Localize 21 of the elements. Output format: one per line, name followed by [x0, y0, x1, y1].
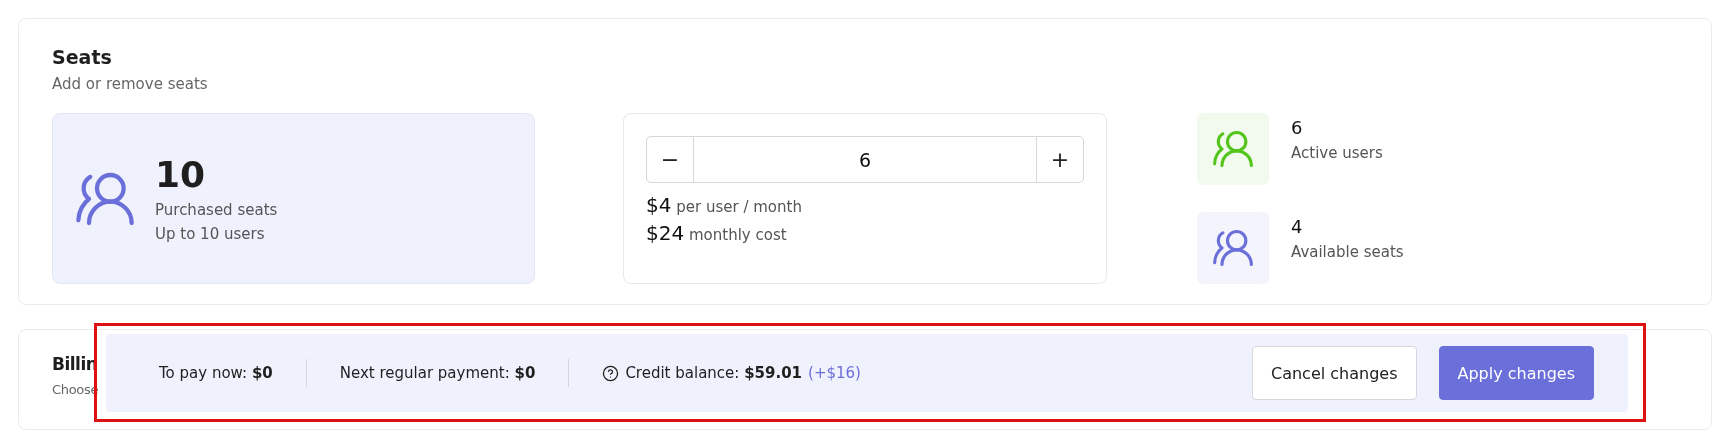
price-line: $4 per user / month [646, 193, 803, 217]
purchased-count: 10 [155, 154, 207, 195]
seat-count-field[interactable]: 6 [694, 136, 1036, 183]
payment-summary-text: Credit balance: $59.01 [625, 364, 803, 382]
seat-limit: Up to 10 users [155, 225, 266, 243]
stat-count: 4 [1291, 216, 1304, 237]
stat-count: 6 [1291, 117, 1304, 138]
section-subtitle: Add or remove seats [52, 75, 209, 93]
section-title: Seats [52, 46, 113, 68]
cancel-button[interactable]: Cancel changes [1252, 346, 1417, 400]
help-icon[interactable] [602, 364, 620, 382]
apply-button[interactable]: Apply changes [1438, 346, 1594, 400]
stat-label: Active users [1291, 144, 1383, 162]
credit-change: (+$16) [808, 364, 861, 382]
increment-button[interactable]: + [1036, 136, 1084, 183]
payment-summary-text: Next regular payment: $0 [339, 364, 536, 382]
stat-label: Available seats [1291, 243, 1404, 261]
purchased-label: Purchased seats [155, 201, 278, 219]
payment-summary-text: To pay now: $0 [159, 364, 273, 382]
decrement-button[interactable]: − [646, 136, 694, 183]
price-line: $24 monthly cost [646, 221, 788, 245]
